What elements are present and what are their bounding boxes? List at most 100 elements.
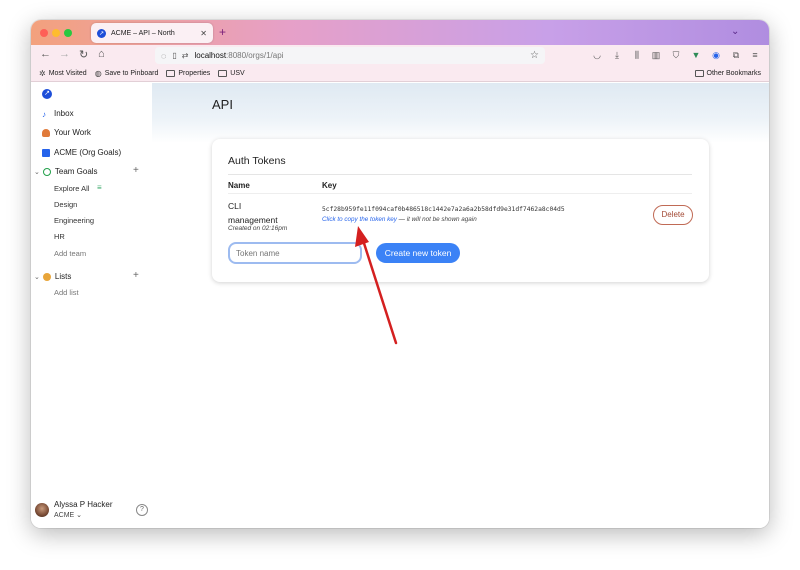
sidebar-item-team-goals[interactable]: ⌄ Team Goals — [34, 167, 98, 176]
token-created: Created on 02:16pm — [228, 225, 288, 232]
url-bar[interactable]: ◌ ▯ ⇄ localhost:8080/orgs/1/api ☆ — [155, 47, 545, 64]
tab-title: ACME – API – North — [111, 29, 175, 37]
add-team-goal-icon[interactable]: + — [133, 165, 139, 176]
tab-favicon-icon: ↗ — [97, 28, 106, 38]
library-icon[interactable]: ⫼ — [632, 50, 642, 60]
app-content: ↗ ♪ Inbox Your Work ACME (Org Goals) ⌄ T… — [31, 83, 769, 528]
downloads-icon[interactable]: ⤓ — [612, 50, 622, 60]
reload-icon[interactable]: ↻ — [79, 48, 88, 61]
bookmark-properties[interactable]: Properties — [166, 70, 210, 77]
extensions-icon[interactable]: ⧉ — [731, 50, 741, 60]
create-token-button[interactable]: Create new token — [376, 243, 460, 263]
chevron-down-icon: ⌄ — [74, 512, 83, 519]
sidebar-icon[interactable]: ▥ — [651, 50, 661, 60]
token-copy-row: Click to copy the token key — it will no… — [322, 216, 477, 223]
header-background — [152, 83, 769, 143]
token-key: 5cf28b959fe11f094caf0b486518c1442e7a2a6a… — [322, 206, 565, 213]
bookmarks-bar: ✲ Most Visited ◍ Save to Pinboard Properti… — [31, 66, 769, 82]
column-header-key: Key — [322, 181, 337, 190]
chevron-down-icon[interactable]: ⌄ — [34, 168, 40, 176]
browser-window: ↗ ACME – API – North ✕ + ⌄ ← → ↻ ⌂ ◌ ▯ ⇄… — [31, 20, 769, 528]
bookmark-pinboard[interactable]: ◍ Save to Pinboard — [95, 69, 159, 78]
token-name: CLI management — [228, 201, 278, 225]
lists-icon — [42, 272, 51, 281]
add-team-link[interactable]: Add team — [54, 249, 86, 258]
bookmark-label: Save to Pinboard — [104, 70, 159, 77]
minimize-window-button[interactable] — [52, 29, 60, 37]
bookmark-label: USV — [230, 70, 245, 77]
browser-tab[interactable]: ↗ ACME – API – North ✕ — [91, 23, 213, 43]
folder-icon — [166, 70, 176, 77]
user-menu[interactable]: Alyssa P Hacker ACME ⌄ — [35, 500, 113, 519]
sidebar-item-label: Inbox — [54, 109, 74, 118]
copy-token-link[interactable]: Click to copy the token key — [322, 216, 397, 223]
url-host: localhost — [194, 51, 227, 60]
copy-token-note: — it will not be shown again — [396, 216, 477, 223]
menu-icon[interactable]: ≡ — [750, 50, 760, 60]
user-org[interactable]: ACME ⌄ — [54, 511, 113, 519]
shield-icon[interactable]: ◌ — [161, 51, 166, 61]
column-header-name: Name — [228, 181, 250, 190]
org-label: ACME — [54, 512, 75, 519]
page-icon: ▯ — [172, 51, 177, 60]
vue-extension-icon[interactable]: ▼ — [691, 50, 701, 60]
sidebar-item-inbox[interactable]: ♪ Inbox — [42, 109, 74, 119]
back-icon[interactable]: ← — [40, 48, 51, 60]
divider — [228, 174, 692, 175]
chevron-down-icon[interactable]: ⌄ — [34, 273, 40, 281]
folder-icon — [218, 70, 228, 77]
folder-icon — [694, 70, 704, 77]
bookmark-label: Properties — [178, 70, 211, 77]
your-work-icon — [42, 128, 50, 137]
new-tab-icon[interactable]: + — [219, 25, 226, 39]
divider — [228, 193, 692, 194]
shield-extension-icon[interactable]: ⛉ — [671, 50, 681, 60]
page-title: API — [212, 97, 233, 112]
sidebar-item-your-work[interactable]: Your Work — [42, 128, 91, 137]
help-icon[interactable]: ? — [136, 504, 148, 516]
sidebar-item-hr[interactable]: HR — [54, 232, 65, 241]
app-logo-icon[interactable]: ↗ — [42, 89, 52, 99]
bookmark-other[interactable]: Other Bookmarks — [694, 70, 761, 77]
nav-toolbar: ← → ↻ ⌂ ◌ ▯ ⇄ localhost:8080/orgs/1/api … — [31, 45, 769, 66]
add-list-icon[interactable]: + — [133, 270, 139, 281]
home-icon[interactable]: ⌂ — [98, 48, 105, 60]
sidebar-item-label: Team Goals — [54, 167, 98, 176]
close-icon[interactable]: ✕ — [200, 29, 207, 38]
chevron-down-icon[interactable]: ⌄ — [731, 26, 739, 37]
gear-icon: ✲ — [39, 69, 46, 78]
flag-icon — [42, 148, 50, 157]
sidebar-item-lists[interactable]: ⌄ Lists — [34, 272, 71, 281]
auth-tokens-card: Auth Tokens Name Key CLI management Crea… — [212, 139, 709, 282]
bookmark-label: Other Bookmarks — [706, 70, 761, 77]
sidebar-item-design[interactable]: Design — [54, 200, 77, 209]
maximize-window-button[interactable] — [64, 29, 72, 37]
card-title: Auth Tokens — [228, 155, 286, 167]
target-icon — [42, 167, 51, 176]
pocket-icon[interactable]: ◡ — [592, 50, 602, 60]
url-path: :8080/orgs/1/api — [226, 51, 284, 60]
sidebar-item-label: Your Work — [54, 128, 91, 137]
sidebar-item-label: Lists — [54, 272, 72, 281]
token-name-input[interactable] — [228, 242, 362, 264]
permissions-icon[interactable]: ⇄ — [182, 51, 189, 60]
globe-icon: ◍ — [94, 69, 102, 78]
forward-icon[interactable]: → — [59, 48, 70, 60]
bookmark-label: Most Visited — [48, 70, 87, 77]
bookmark-star-icon[interactable]: ☆ — [530, 50, 539, 61]
sidebar: ↗ ♪ Inbox Your Work ACME (Org Goals) ⌄ T… — [31, 83, 152, 528]
sidebar-item-engineering[interactable]: Engineering — [54, 216, 94, 225]
close-window-button[interactable] — [40, 29, 48, 37]
title-bar: ↗ ACME – API – North ✕ + ⌄ — [31, 20, 769, 45]
sidebar-item-label: ACME (Org Goals) — [54, 148, 122, 157]
add-list-link[interactable]: Add list — [54, 288, 79, 297]
list-icon: ≡ — [97, 183, 102, 192]
delete-token-button[interactable]: Delete — [653, 205, 693, 225]
password-extension-icon[interactable]: ◉ — [711, 50, 721, 60]
sidebar-item-org-goals[interactable]: ACME (Org Goals) — [42, 148, 121, 157]
bookmark-most-visited[interactable]: ✲ Most Visited — [39, 69, 87, 78]
bell-icon: ♪ — [42, 109, 46, 119]
bookmark-usv[interactable]: USV — [218, 70, 245, 77]
sidebar-item-explore-all[interactable]: Explore All — [54, 184, 89, 193]
user-name: Alyssa P Hacker — [54, 500, 113, 509]
